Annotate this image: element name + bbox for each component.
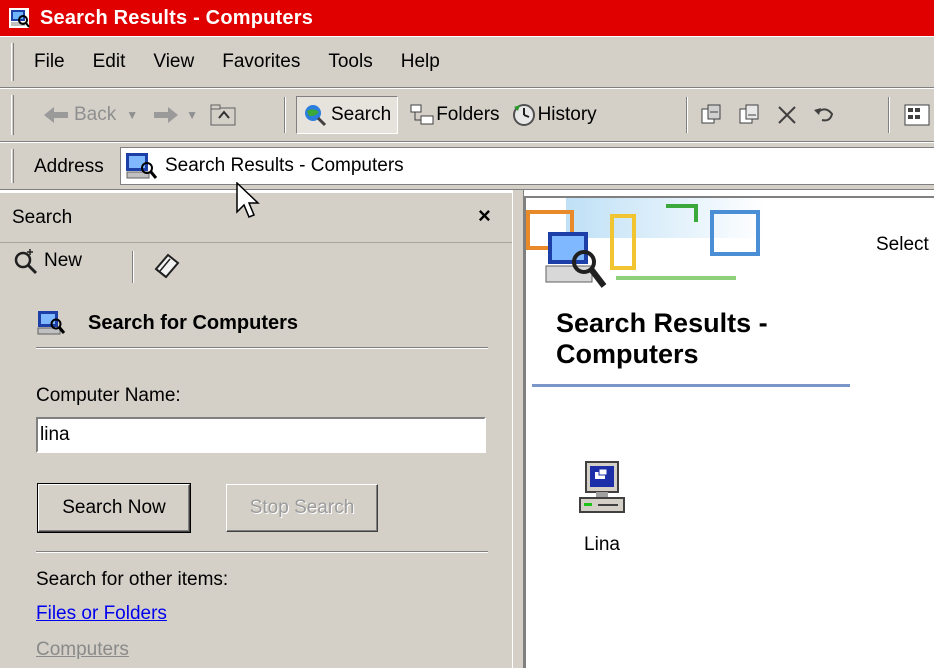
mouse-pointer-icon [236,182,260,218]
up-folder-button[interactable] [210,104,236,126]
search-label: Search [331,104,392,125]
search-pane: Search × New Search for Computers Comput… [0,193,512,668]
copy-to-icon [739,104,759,124]
pane-toolbar-separator [132,251,134,283]
section-divider [36,551,488,553]
menu-favorites[interactable]: Favorites [222,51,300,73]
search-computer-icon [9,8,30,28]
address-bar: Address Search Results - Computers [0,142,934,190]
delete-button[interactable] [776,104,798,126]
section-divider [36,347,488,349]
menu-tools[interactable]: Tools [328,51,372,73]
results-title: Search Results - Computers [556,308,768,369]
window-title: Search Results - Computers [40,6,314,29]
other-items-label: Search for other items: [36,569,229,590]
results-pane: Select Search Results - Computers Lina [524,196,934,668]
search-now-button[interactable]: Search Now [37,483,191,533]
back-button[interactable]: Back ▼ [44,104,138,126]
back-arrow-icon [44,107,68,123]
undo-button[interactable] [812,104,836,126]
undo-icon [814,108,834,122]
pane-splitter[interactable] [512,190,524,668]
search-computer-icon [126,153,157,179]
help-book-icon[interactable] [152,251,182,279]
forward-button[interactable]: ▼ [152,106,198,124]
computers-link[interactable]: Computers [36,639,129,661]
toolbar-grip[interactable] [11,95,14,135]
address-value: Search Results - Computers [165,155,404,176]
close-icon[interactable]: × [478,203,491,229]
toolbar-separator [686,97,688,133]
views-grid-icon [904,104,930,126]
computer-icon [579,461,625,513]
menu-bar: File Edit View Favorites Tools Help [0,36,934,88]
forward-dropdown-icon[interactable]: ▼ [186,108,198,122]
result-item[interactable]: Lina [562,460,642,556]
new-search-button[interactable]: New [12,247,82,275]
result-item-label: Lina [584,534,620,555]
search-computer-icon [37,311,66,335]
standard-toolbar: Back ▼ ▼ Search Folders History [0,88,934,142]
search-pane-title: Search [12,207,73,228]
history-clock-icon [512,104,535,126]
move-to-button[interactable] [700,103,724,127]
history-label: History [537,104,597,125]
search-pane-toolbar: New [0,243,512,287]
copy-to-button[interactable] [738,103,762,127]
back-label: Back [74,104,117,125]
addressbar-grip[interactable] [11,149,14,183]
move-to-icon [701,104,721,124]
search-button[interactable]: Search [296,96,399,134]
computer-name-input[interactable] [36,417,486,453]
folders-label: Folders [436,104,500,125]
history-button[interactable]: History [512,103,597,127]
menu-edit[interactable]: Edit [93,51,126,73]
folders-button[interactable]: Folders [410,104,500,126]
search-for-computers-title: Search for Computers [88,311,299,334]
views-button[interactable] [904,104,930,126]
folders-tree-icon [410,104,434,125]
menu-file[interactable]: File [34,51,65,73]
computer-name-label: Computer Name: [36,385,181,406]
delete-x-icon [778,106,796,124]
toolbar-separator [284,97,286,133]
menu-help[interactable]: Help [401,51,440,73]
search-for-computers-header: Search for Computers [36,309,298,337]
forward-arrow-icon [154,107,179,123]
select-hint: Select [876,234,929,255]
search-globe-icon [305,105,327,127]
menubar-grip[interactable] [11,43,14,81]
search-banner-graphic [526,198,766,288]
back-dropdown-icon[interactable]: ▼ [126,108,138,122]
menu-view[interactable]: View [153,51,194,73]
address-input[interactable]: Search Results - Computers [120,147,934,185]
address-label: Address [34,156,104,177]
stop-search-button[interactable]: Stop Search [226,484,378,532]
new-search-icon [14,249,38,275]
title-bar: Search Results - Computers [0,0,934,36]
folder-up-icon [210,104,236,126]
results-title-rule [532,384,850,387]
toolbar-separator [888,97,890,133]
files-or-folders-link[interactable]: Files or Folders [36,603,167,625]
new-search-label: New [44,250,83,271]
